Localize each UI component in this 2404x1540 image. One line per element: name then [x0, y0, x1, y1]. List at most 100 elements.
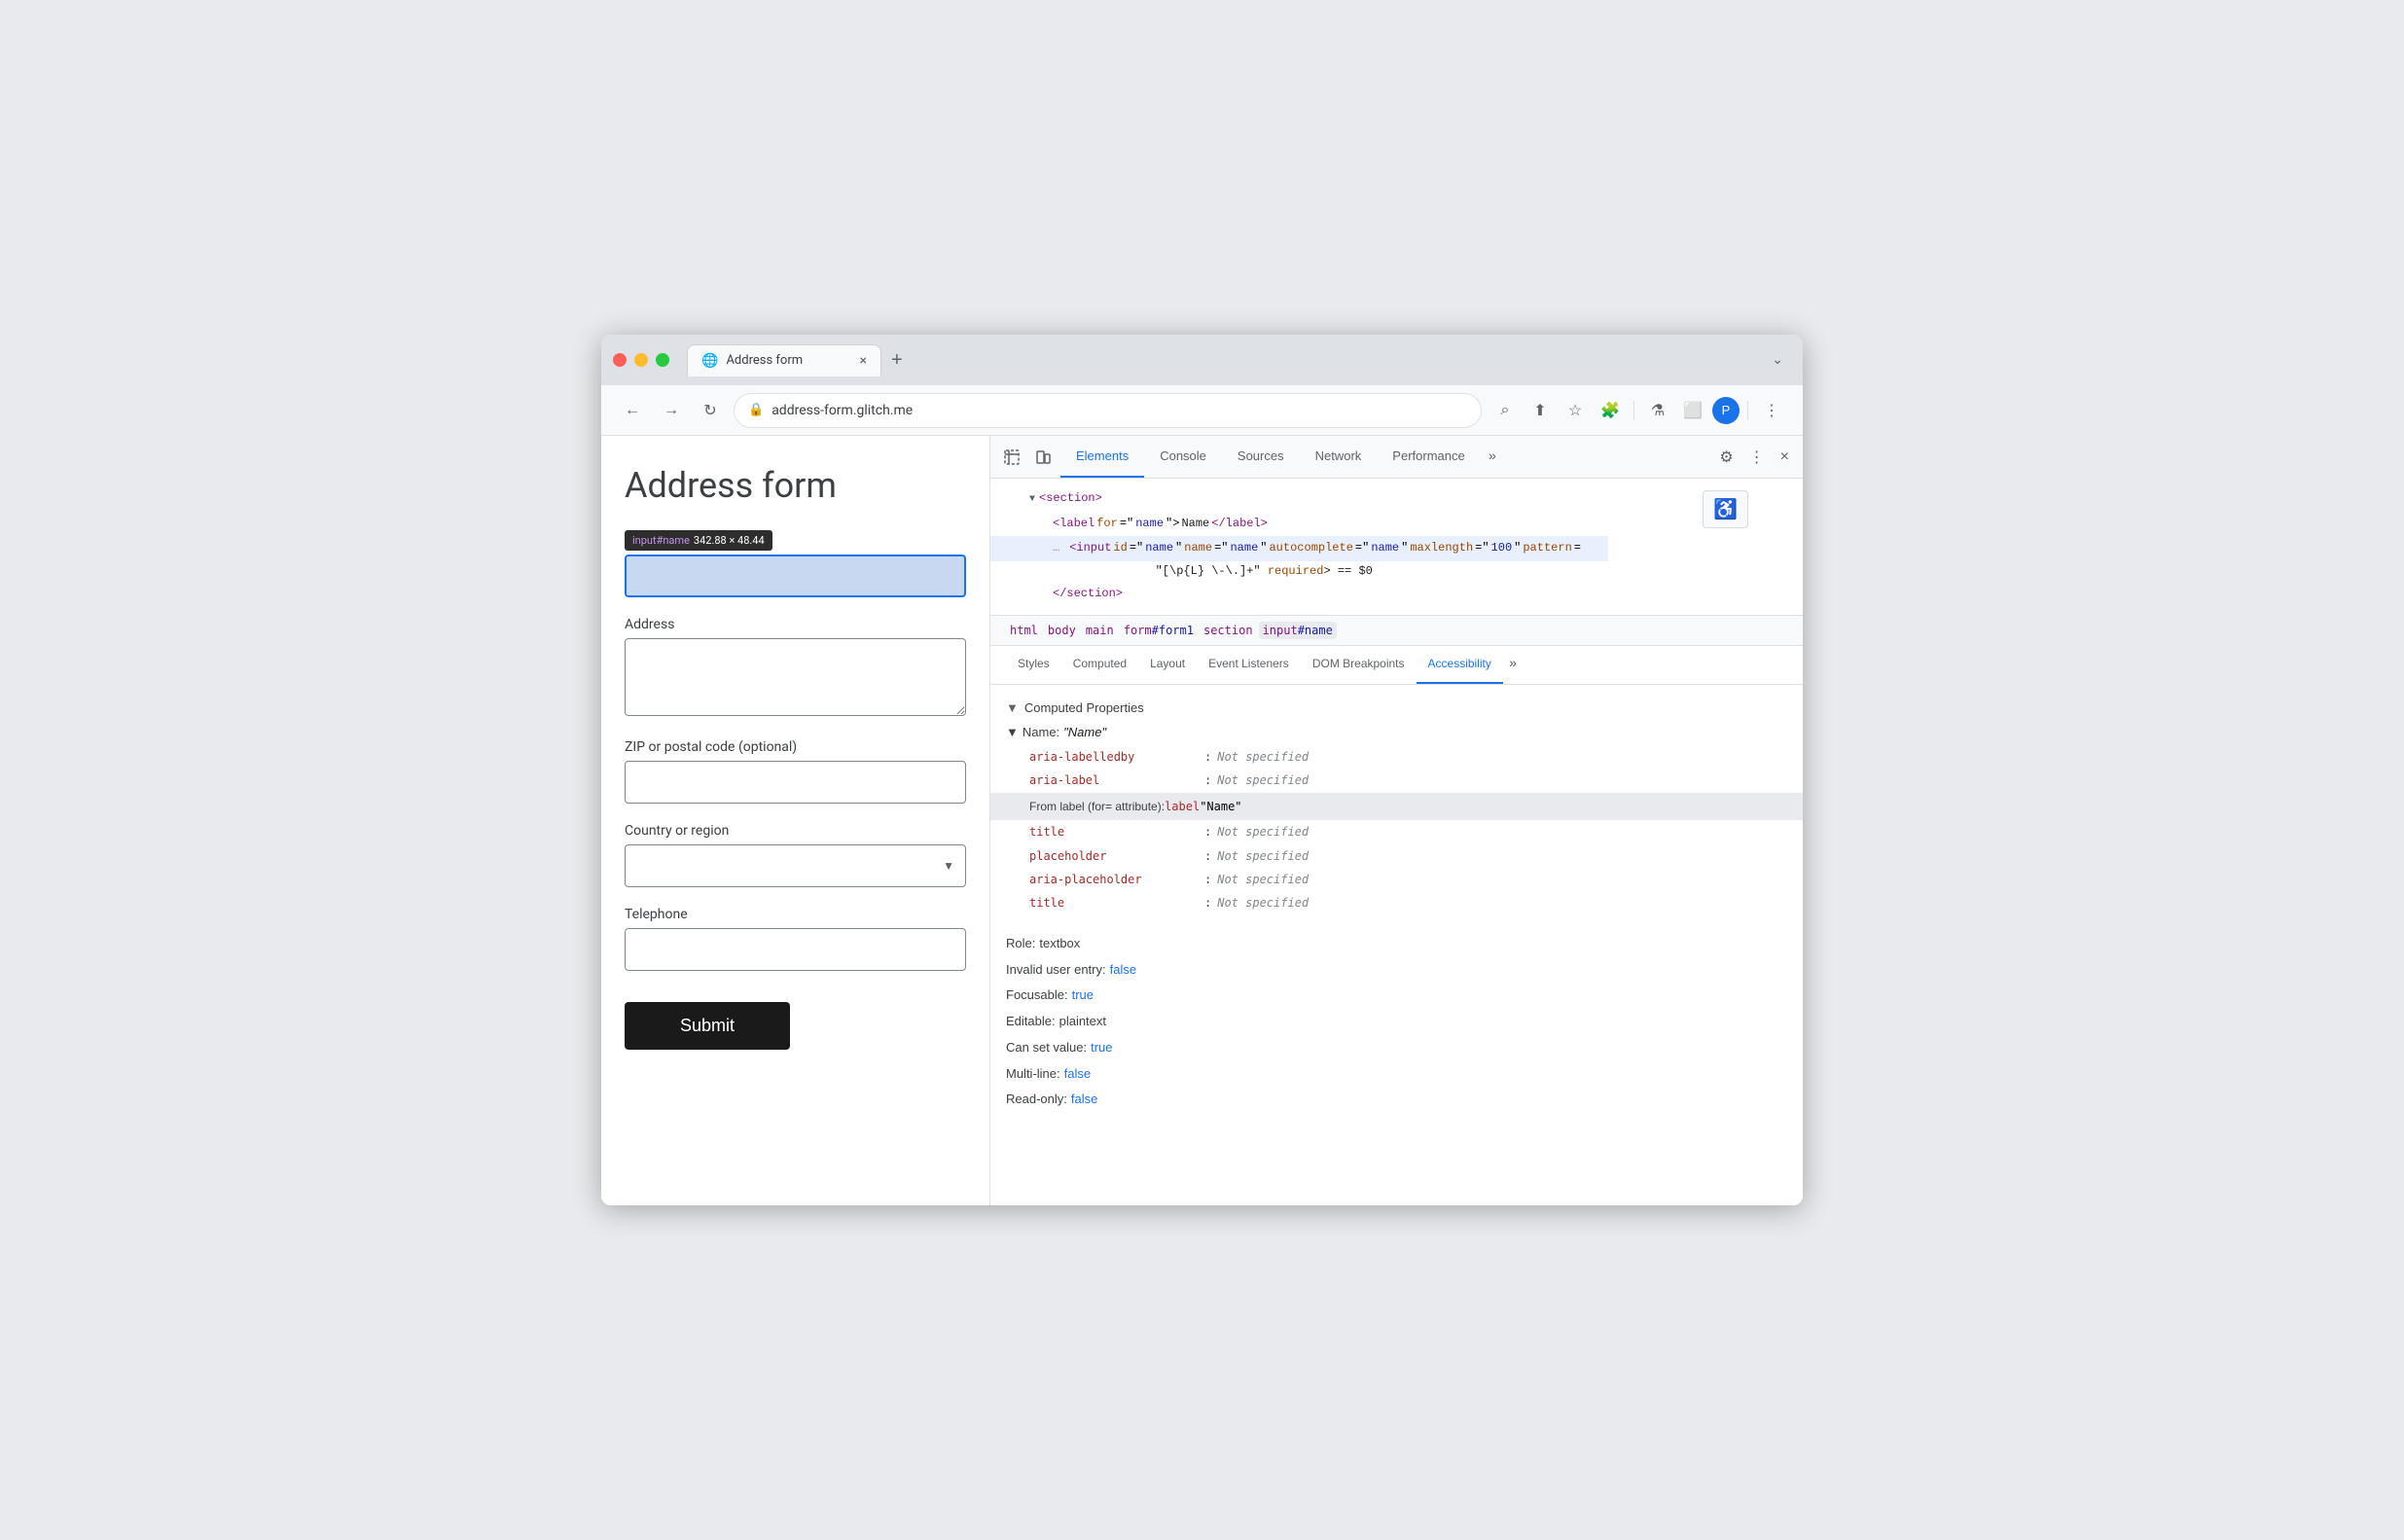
aria-placeholder-name: aria-placeholder — [1029, 870, 1204, 889]
aria-labelledby-name: aria-labelledby — [1029, 747, 1204, 767]
element-picker-button[interactable] — [998, 444, 1025, 471]
tab-dom-breakpoints[interactable]: DOM Breakpoints — [1301, 646, 1417, 684]
breadcrumb-input[interactable]: input#name — [1259, 622, 1337, 639]
devtools-panel: Elements Console Sources Network Perform… — [990, 436, 1803, 1205]
tab-close-button[interactable]: × — [860, 353, 867, 369]
address-input[interactable] — [625, 638, 966, 716]
multi-line-label: Multi-line: — [1006, 1064, 1060, 1085]
tab-computed[interactable]: Computed — [1061, 646, 1138, 684]
dom-name-attr: name — [1184, 538, 1212, 559]
name-triangle[interactable]: ▼ — [1006, 725, 1019, 739]
name-form-section: input#name 342.88 × 48.44 — [625, 529, 966, 597]
aria-label-value: Not specified — [1217, 770, 1309, 790]
editable-label: Editable: — [1006, 1012, 1056, 1032]
multi-line-value: false — [1064, 1064, 1091, 1085]
title-name1: title — [1029, 822, 1204, 842]
devtools-toggle-button[interactable]: ⚗ — [1642, 395, 1673, 426]
computed-props-header[interactable]: ▼ Computed Properties — [1006, 700, 1787, 715]
country-select[interactable] — [625, 844, 966, 887]
title-row1: title : Not specified — [1006, 820, 1787, 843]
can-set-value-label: Can set value: — [1006, 1038, 1087, 1058]
tab-styles[interactable]: Styles — [1006, 646, 1061, 684]
dom-close-section-line[interactable]: </section> — [990, 582, 1608, 607]
aria-label-row: aria-label : Not specified — [1006, 769, 1787, 792]
name-input-wrapper — [625, 555, 966, 597]
address-label: Address — [625, 617, 966, 632]
computed-props-triangle[interactable]: ▼ — [1006, 700, 1019, 715]
new-tab-button[interactable]: + — [881, 345, 913, 376]
telephone-form-section: Telephone — [625, 907, 966, 971]
name-input[interactable] — [625, 555, 966, 597]
invalid-row: Invalid user entry: false — [1006, 957, 1787, 984]
dom-label-text: Name — [1181, 514, 1209, 535]
bookmark-button[interactable]: ☆ — [1560, 395, 1591, 426]
tab-dropdown[interactable]: ⌄ — [1764, 348, 1791, 372]
invalid-value: false — [1110, 960, 1136, 981]
tab-sources[interactable]: Sources — [1222, 436, 1300, 478]
dom-input-line[interactable]: … <input id =" name " name =" name " aut… — [990, 536, 1608, 561]
breadcrumb-html[interactable]: html — [1006, 622, 1042, 639]
role-value: textbox — [1039, 934, 1080, 954]
tab-favicon: 🌐 — [701, 353, 718, 369]
name-section-header[interactable]: ▼ Name: "Name" — [1006, 725, 1787, 739]
address-bar[interactable]: 🔒 address-form.glitch.me — [734, 393, 1482, 428]
breadcrumb-form[interactable]: form#form1 — [1120, 622, 1198, 639]
dom-section-line[interactable]: ▼ <section> — [990, 486, 1608, 512]
active-tab[interactable]: 🌐 Address form × — [687, 344, 881, 376]
webpage-panel: Address form input#name 342.88 × 48.44 A… — [601, 436, 990, 1205]
forward-button[interactable]: → — [656, 395, 687, 426]
accessibility-person-button[interactable]: ♿ — [1703, 490, 1748, 528]
tab-layout[interactable]: Layout — [1138, 646, 1197, 684]
tab-bar: 🌐 Address form × + — [687, 344, 1754, 376]
tab-performance[interactable]: Performance — [1377, 436, 1480, 478]
zip-input[interactable] — [625, 761, 966, 804]
devtools-close-button[interactable]: × — [1775, 443, 1795, 472]
dom-id-value: name — [1145, 538, 1173, 559]
back-button[interactable]: ← — [617, 395, 648, 426]
extension-button[interactable]: 🧩 — [1595, 395, 1626, 426]
devtools-more-button[interactable]: ⋮ — [1743, 442, 1771, 473]
device-toolbar-button[interactable] — [1029, 444, 1057, 471]
name-value: "Name" — [1063, 725, 1106, 739]
title-value1: Not specified — [1217, 822, 1309, 842]
profile-button[interactable]: P — [1712, 397, 1740, 424]
from-label-text: From label (for= attribute): — [1029, 797, 1165, 816]
placeholder-value: Not specified — [1217, 846, 1309, 866]
tab-event-listeners[interactable]: Event Listeners — [1197, 646, 1301, 684]
tooltip-tag: input#name — [632, 534, 690, 547]
focusable-label: Focusable: — [1006, 985, 1068, 1006]
multi-line-row: Multi-line: false — [1006, 1061, 1787, 1088]
tab-network[interactable]: Network — [1300, 436, 1378, 478]
refresh-button[interactable]: ↻ — [695, 395, 726, 426]
search-button[interactable]: ⌕ — [1489, 395, 1521, 426]
breadcrumb-bar: html body main form#form1 section input#… — [990, 616, 1803, 646]
more-menu-button[interactable]: ⋮ — [1756, 395, 1787, 426]
from-label-type: label — [1165, 797, 1200, 816]
breadcrumb-section[interactable]: section — [1200, 622, 1257, 639]
traffic-lights — [613, 353, 669, 367]
tab-elements[interactable]: Elements — [1060, 436, 1144, 478]
collapse-triangle[interactable]: ▼ — [1029, 491, 1035, 509]
tab-console[interactable]: Console — [1144, 436, 1222, 478]
close-traffic-light[interactable] — [613, 353, 627, 367]
tooltip-size: 342.88 × 48.44 — [694, 534, 765, 547]
breadcrumb-body[interactable]: body — [1044, 622, 1080, 639]
more-devtools-tabs[interactable]: » — [1481, 444, 1504, 471]
telephone-input[interactable] — [625, 928, 966, 971]
submit-button[interactable]: Submit — [625, 1002, 790, 1050]
tab-accessibility[interactable]: Accessibility — [1417, 646, 1503, 684]
zip-label: ZIP or postal code (optional) — [625, 739, 966, 755]
invalid-label: Invalid user entry: — [1006, 960, 1106, 981]
devtools-settings-button[interactable]: ⚙ — [1713, 442, 1739, 473]
maximize-traffic-light[interactable] — [656, 353, 669, 367]
share-button[interactable]: ⬆ — [1525, 395, 1556, 426]
dom-open-section: <section> — [1039, 488, 1102, 510]
breadcrumb-input-id: #name — [1298, 624, 1333, 637]
country-form-section: Country or region ▼ — [625, 823, 966, 887]
dom-label-line[interactable]: <label for =" name "> Name </label> — [990, 512, 1608, 537]
more-props-tabs[interactable]: » — [1503, 651, 1523, 678]
split-view-button[interactable]: ⬜ — [1677, 395, 1708, 426]
focusable-value: true — [1072, 985, 1094, 1006]
breadcrumb-main[interactable]: main — [1082, 622, 1118, 639]
minimize-traffic-light[interactable] — [634, 353, 648, 367]
